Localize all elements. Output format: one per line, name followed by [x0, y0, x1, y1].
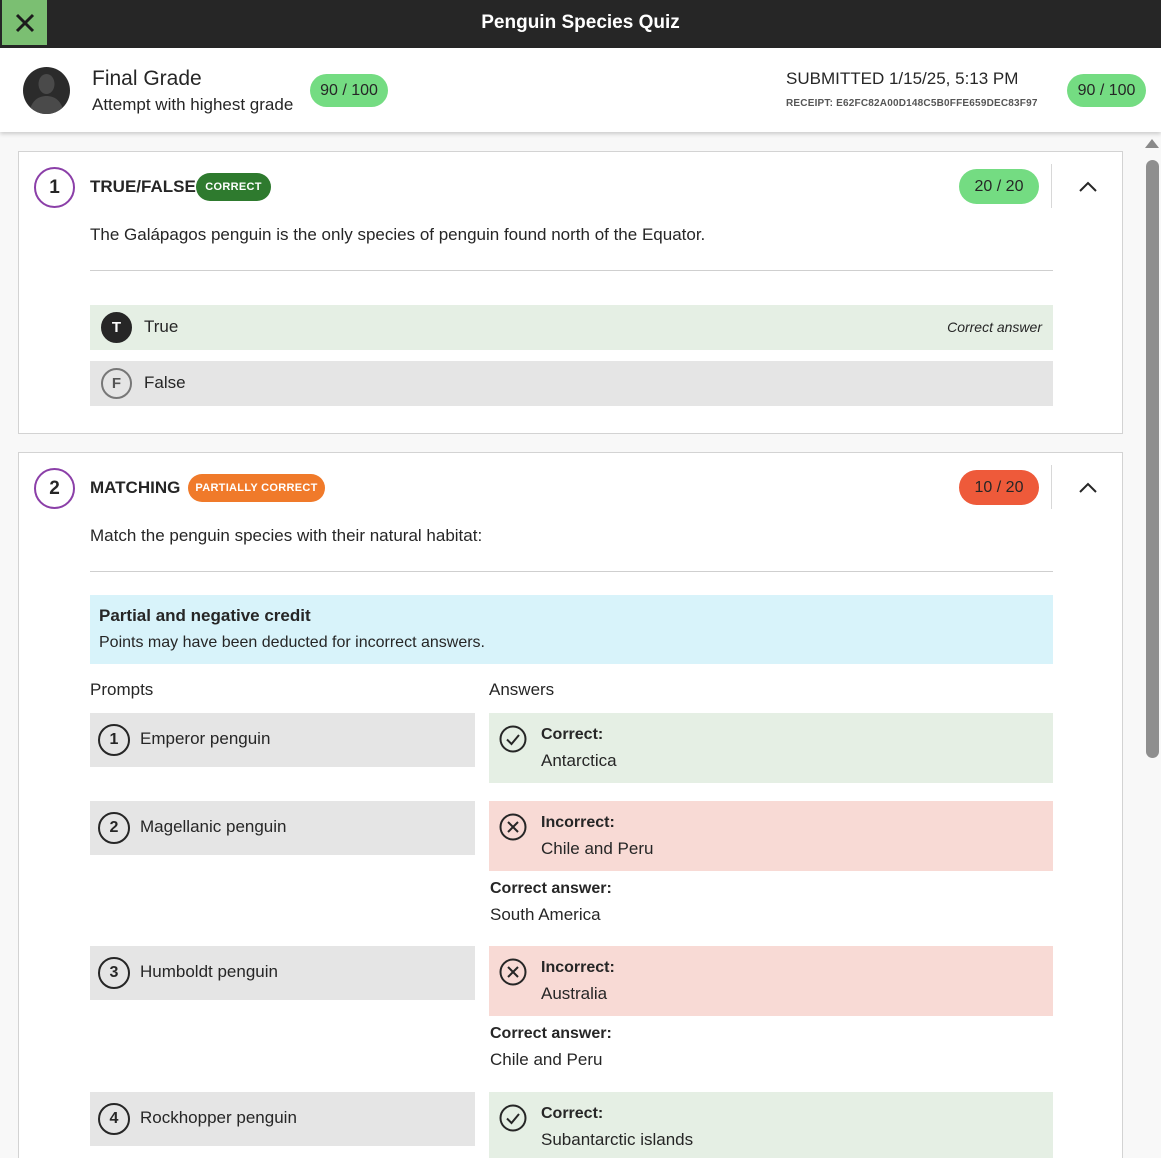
scrollbar-thumb[interactable] [1146, 160, 1159, 758]
x-circle-icon [499, 958, 527, 986]
correct-answer-note: Correct answer [947, 319, 1042, 335]
prompt-item: 2 Magellanic penguin [90, 801, 475, 855]
status-badge: CORRECT [196, 173, 271, 201]
question-text: Match the penguin species with their nat… [90, 526, 483, 545]
scroll-up-icon[interactable] [1145, 139, 1159, 148]
prompt-number: 3 [98, 957, 130, 989]
option-label: False [144, 373, 186, 392]
receipt-id: RECEIPT: E62FC82A00D148C5B0FFE659DEC83F9… [786, 98, 1038, 109]
answer-value: Chile and Peru [541, 839, 654, 858]
chevron-up-icon[interactable] [1071, 471, 1105, 505]
prompt-item: 4 Rockhopper penguin [90, 1092, 475, 1146]
answer-item: Correct: Subantarctic islands [489, 1092, 1053, 1158]
question-type: TRUE/FALSE [90, 177, 196, 196]
option-label: True [144, 317, 179, 336]
title-bar: Penguin Species Quiz [0, 0, 1161, 48]
option-false: F False [90, 361, 1053, 406]
prompt-number: 4 [98, 1103, 130, 1135]
status-badge: PARTIALLY CORRECT [188, 474, 325, 502]
info-text: Points may have been deducted for incorr… [99, 634, 485, 651]
correct-answer-label: Correct answer: [490, 880, 612, 897]
info-title: Partial and negative credit [99, 606, 311, 625]
answer-item: Correct: Antarctica [489, 713, 1053, 783]
prompts-header: Prompts [90, 680, 154, 699]
option-true: T True Correct answer [90, 305, 1053, 350]
avatar [23, 67, 70, 114]
grade-header: Final Grade Attempt with highest grade 9… [0, 48, 1161, 132]
answer-value: Subantarctic islands [541, 1130, 694, 1149]
divider [90, 270, 1053, 271]
x-circle-icon [499, 813, 527, 841]
final-grade-score: 90 / 100 [310, 74, 388, 107]
final-grade-title: Final Grade [92, 67, 202, 90]
correct-answer-label: Correct answer: [490, 1025, 612, 1042]
check-circle-icon [499, 1104, 527, 1132]
question-type: MATCHING [90, 478, 181, 497]
answer-status: Correct: [541, 726, 604, 743]
final-grade-subtitle: Attempt with highest grade [92, 95, 294, 114]
info-box: Partial and negative credit Points may h… [90, 595, 1053, 664]
question-score: 10 / 20 [959, 470, 1039, 505]
question-text: The Galápagos penguin is the only specie… [90, 225, 706, 244]
answer-value: Australia [541, 984, 608, 1003]
question-card-2: 2 MATCHING PARTIALLY CORRECT 10 / 20 Mat… [18, 452, 1123, 1158]
answer-item: Incorrect: Australia [489, 946, 1053, 1016]
divider [1051, 164, 1052, 208]
chevron-up-icon[interactable] [1071, 170, 1105, 204]
answer-value: Antarctica [541, 751, 617, 770]
answer-status: Incorrect: [541, 814, 615, 831]
question-number: 2 [34, 468, 75, 509]
prompt-label: Humboldt penguin [140, 962, 278, 981]
answer-status: Correct: [541, 1105, 604, 1122]
window-title: Penguin Species Quiz [481, 12, 680, 33]
option-letter: T [101, 312, 132, 343]
check-circle-icon [499, 725, 527, 753]
correct-answer-value: Chile and Peru [490, 1050, 603, 1069]
question-score: 20 / 20 [959, 169, 1039, 204]
prompt-label: Magellanic penguin [140, 817, 287, 836]
questions-panel[interactable]: 1 TRUE/FALSE CORRECT 20 / 20 The Galápag… [0, 132, 1161, 1158]
divider [90, 571, 1053, 572]
divider [1051, 465, 1052, 509]
submitted-timestamp: SUBMITTED 1/15/25, 5:13 PM [786, 69, 1019, 88]
prompt-label: Rockhopper penguin [140, 1108, 297, 1127]
submission-score: 90 / 100 [1067, 74, 1146, 107]
question-card-1: 1 TRUE/FALSE CORRECT 20 / 20 The Galápag… [18, 151, 1123, 434]
answers-header: Answers [489, 680, 555, 699]
prompt-item: 3 Humboldt penguin [90, 946, 475, 1000]
option-letter: F [101, 368, 132, 399]
prompt-number: 1 [98, 724, 130, 756]
collapse-button[interactable] [1071, 170, 1105, 204]
collapse-button[interactable] [1071, 471, 1105, 505]
question-number: 1 [34, 167, 75, 208]
user-avatar-icon [29, 74, 64, 114]
prompt-item: 1 Emperor penguin [90, 713, 475, 767]
prompt-number: 2 [98, 812, 130, 844]
answer-status: Incorrect: [541, 959, 615, 976]
prompt-label: Emperor penguin [140, 729, 271, 748]
correct-answer-value: South America [490, 905, 601, 924]
answer-item: Incorrect: Chile and Peru [489, 801, 1053, 871]
